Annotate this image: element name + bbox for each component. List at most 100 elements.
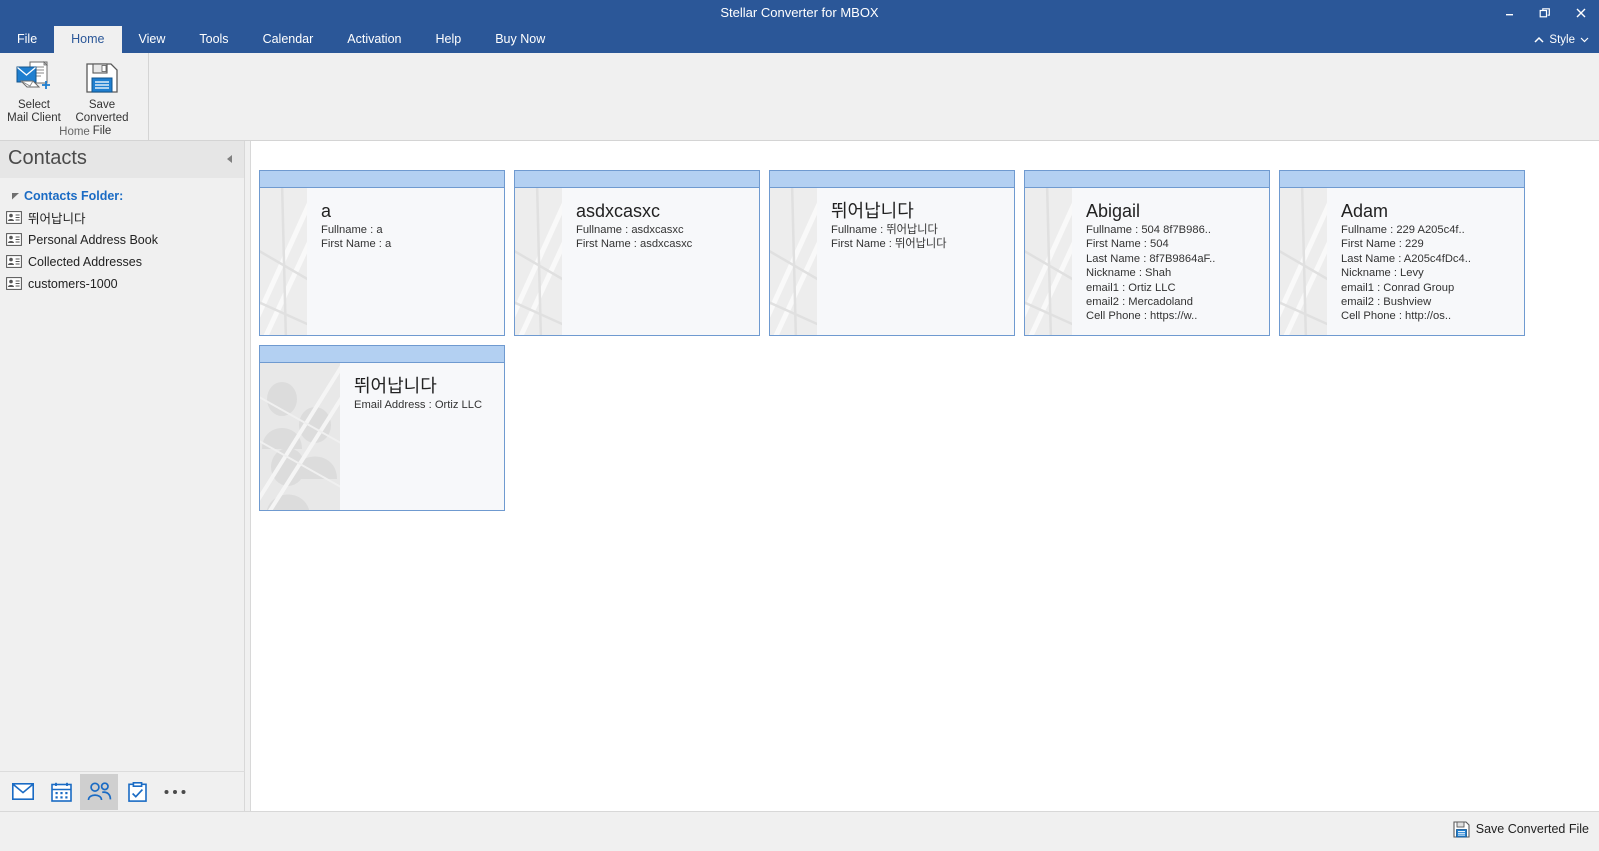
- contact-field: Last Name : 8f7B9864aF..: [1086, 252, 1216, 265]
- contacts-card-view: a Fullname : a First Name : a asdxcasxc …: [252, 141, 1599, 811]
- contact-field: First Name : a: [321, 238, 392, 251]
- tab-activation[interactable]: Activation: [330, 26, 418, 53]
- ribbon-tabs: File Home View Tools Calendar Activation…: [0, 26, 1599, 53]
- page-title: Contacts: [8, 147, 87, 169]
- contact-photo-placeholder: [260, 363, 340, 510]
- status-bar: Save Converted File: [0, 811, 1599, 851]
- sidebar-item-label: 뛰어납니다: [28, 212, 86, 226]
- chevron-down-icon: [1580, 37, 1589, 43]
- sidebar-header: Contacts: [0, 141, 244, 178]
- style-control[interactable]: Style: [1530, 26, 1593, 53]
- sidebar-item-customers-1000[interactable]: customers-1000: [0, 273, 244, 294]
- card-header-bar: [260, 346, 504, 363]
- contact-card[interactable]: asdxcasxc Fullname : asdxcasxc First Nam…: [514, 170, 760, 336]
- card-header-bar: [770, 171, 1014, 188]
- collapse-left-icon: [227, 155, 232, 163]
- contact-field: Nickname : Levy: [1341, 267, 1424, 280]
- contact-name: 뛰어납니다: [831, 201, 914, 221]
- contact-photo-placeholder: [260, 188, 307, 335]
- people-icon: [87, 782, 111, 801]
- contact-field: Fullname : asdxcasxc: [576, 224, 684, 236]
- contact-field: First Name : 뛰어납니다: [831, 238, 947, 251]
- contact-card[interactable]: Adam Fullname : 229 A205c4f.. First Name…: [1279, 170, 1525, 336]
- contact-field: Fullname : 뛰어납니다: [831, 224, 938, 236]
- card-info: a Fullname : a First Name : a: [307, 188, 504, 335]
- close-button[interactable]: [1563, 0, 1599, 26]
- window-controls: [1491, 0, 1599, 26]
- nav-tasks-button[interactable]: [118, 774, 156, 810]
- sidebar-item-address-book-0[interactable]: 뛰어납니다: [0, 207, 244, 228]
- save-converted-file-icon: [85, 60, 119, 96]
- contact-field: Cell Phone : https://w..: [1086, 310, 1198, 323]
- card-info: 뛰어납니다 Email Address : Ortiz LLC: [340, 363, 504, 510]
- card-info: 뛰어납니다 Fullname : 뛰어납니다 First Name : 뛰어납니…: [817, 188, 1014, 335]
- tab-help[interactable]: Help: [419, 26, 479, 53]
- restore-icon: [1539, 8, 1550, 18]
- sidebar: Contacts Contacts Folder: 뛰어납니다 Personal…: [0, 141, 245, 811]
- chevron-up-icon: [1534, 36, 1544, 43]
- contact-field: email2 : Bushview: [1341, 296, 1432, 309]
- contact-cards-container: a Fullname : a First Name : a asdxcasxc …: [252, 141, 1599, 511]
- nav-contacts-button[interactable]: [80, 773, 118, 810]
- nav-mail-button[interactable]: [4, 774, 42, 810]
- contact-name: Abigail: [1086, 201, 1141, 221]
- select-mail-client-icon: [14, 60, 54, 96]
- tab-buy-now[interactable]: Buy Now: [478, 26, 562, 53]
- card-body: a Fullname : a First Name : a: [260, 188, 504, 335]
- contact-field: Fullname : 504 8f7B986..: [1086, 224, 1212, 236]
- minimize-button[interactable]: [1491, 0, 1527, 26]
- card-info: asdxcasxc Fullname : asdxcasxc First Nam…: [562, 188, 759, 335]
- tab-file[interactable]: File: [0, 26, 54, 53]
- ribbon-group-label: Home: [59, 126, 90, 138]
- contact-field: First Name : 229: [1341, 238, 1424, 251]
- address-book-icon: [6, 211, 28, 224]
- sidebar-item-label: customers-1000: [28, 276, 118, 291]
- contact-field: Fullname : a: [321, 224, 383, 236]
- contact-field: Fullname : 229 A205c4f..: [1341, 224, 1465, 236]
- tasks-icon: [127, 781, 147, 802]
- contact-photo-placeholder: [515, 188, 562, 335]
- ribbon-panel: Select Mail Client Save Converted File H…: [0, 53, 1599, 141]
- contact-photo-placeholder: [1280, 188, 1327, 335]
- sidebar-item-personal-address-book[interactable]: Personal Address Book: [0, 229, 244, 250]
- tree-root-contacts-folder[interactable]: Contacts Folder:: [0, 185, 244, 206]
- contact-field: Cell Phone : http://os..: [1341, 310, 1452, 323]
- calendar-icon: [50, 782, 72, 802]
- contact-card[interactable]: Abigail Fullname : 504 8f7B986.. First N…: [1024, 170, 1270, 336]
- sidebar-item-label: Collected Addresses: [28, 254, 142, 269]
- contact-field: email2 : Mercadoland: [1086, 296, 1193, 309]
- card-info: Adam Fullname : 229 A205c4f.. First Name…: [1327, 188, 1524, 335]
- ellipsis-icon: [164, 789, 186, 794]
- sidebar-splitter[interactable]: [245, 141, 251, 811]
- card-header-bar: [1280, 171, 1524, 188]
- card-body: asdxcasxc Fullname : asdxcasxc First Nam…: [515, 188, 759, 335]
- save-icon: [1453, 820, 1470, 838]
- card-header-bar: [260, 171, 504, 188]
- tab-calendar[interactable]: Calendar: [246, 26, 331, 53]
- card-body: Abigail Fullname : 504 8f7B986.. First N…: [1025, 188, 1269, 335]
- tab-view[interactable]: View: [122, 26, 183, 53]
- expand-triangle-icon[interactable]: [6, 191, 24, 200]
- contact-card[interactable]: 뛰어납니다 Email Address : Ortiz LLC: [259, 345, 505, 511]
- nav-calendar-button[interactable]: [42, 774, 80, 810]
- ribbon-group-home: Select Mail Client Save Converted File H…: [0, 53, 149, 141]
- tree-root-label: Contacts Folder:: [24, 188, 124, 203]
- contact-card[interactable]: a Fullname : a First Name : a: [259, 170, 505, 336]
- tab-home[interactable]: Home: [54, 26, 122, 53]
- address-book-icon: [6, 233, 28, 246]
- collapse-sidebar-button[interactable]: [222, 151, 238, 167]
- sidebar-item-label: Personal Address Book: [28, 232, 158, 247]
- contact-name: Adam: [1341, 201, 1389, 221]
- ribbon-tabstrip: File Home View Tools Calendar Activation…: [0, 26, 1599, 53]
- tab-tools[interactable]: Tools: [182, 26, 245, 53]
- nav-more-button[interactable]: [156, 774, 194, 810]
- contact-photo-placeholder: [770, 188, 817, 335]
- card-info: Abigail Fullname : 504 8f7B986.. First N…: [1072, 188, 1269, 335]
- address-book-icon: [6, 277, 28, 290]
- restore-button[interactable]: [1527, 0, 1563, 26]
- card-body: 뛰어납니다 Fullname : 뛰어납니다 First Name : 뛰어납니…: [770, 188, 1014, 335]
- status-save-converted-file-button[interactable]: Save Converted File: [1453, 817, 1589, 841]
- contact-field: First Name : asdxcasxc: [576, 238, 693, 251]
- sidebar-item-collected-addresses[interactable]: Collected Addresses: [0, 251, 244, 272]
- contact-card[interactable]: 뛰어납니다 Fullname : 뛰어납니다 First Name : 뛰어납니…: [769, 170, 1015, 336]
